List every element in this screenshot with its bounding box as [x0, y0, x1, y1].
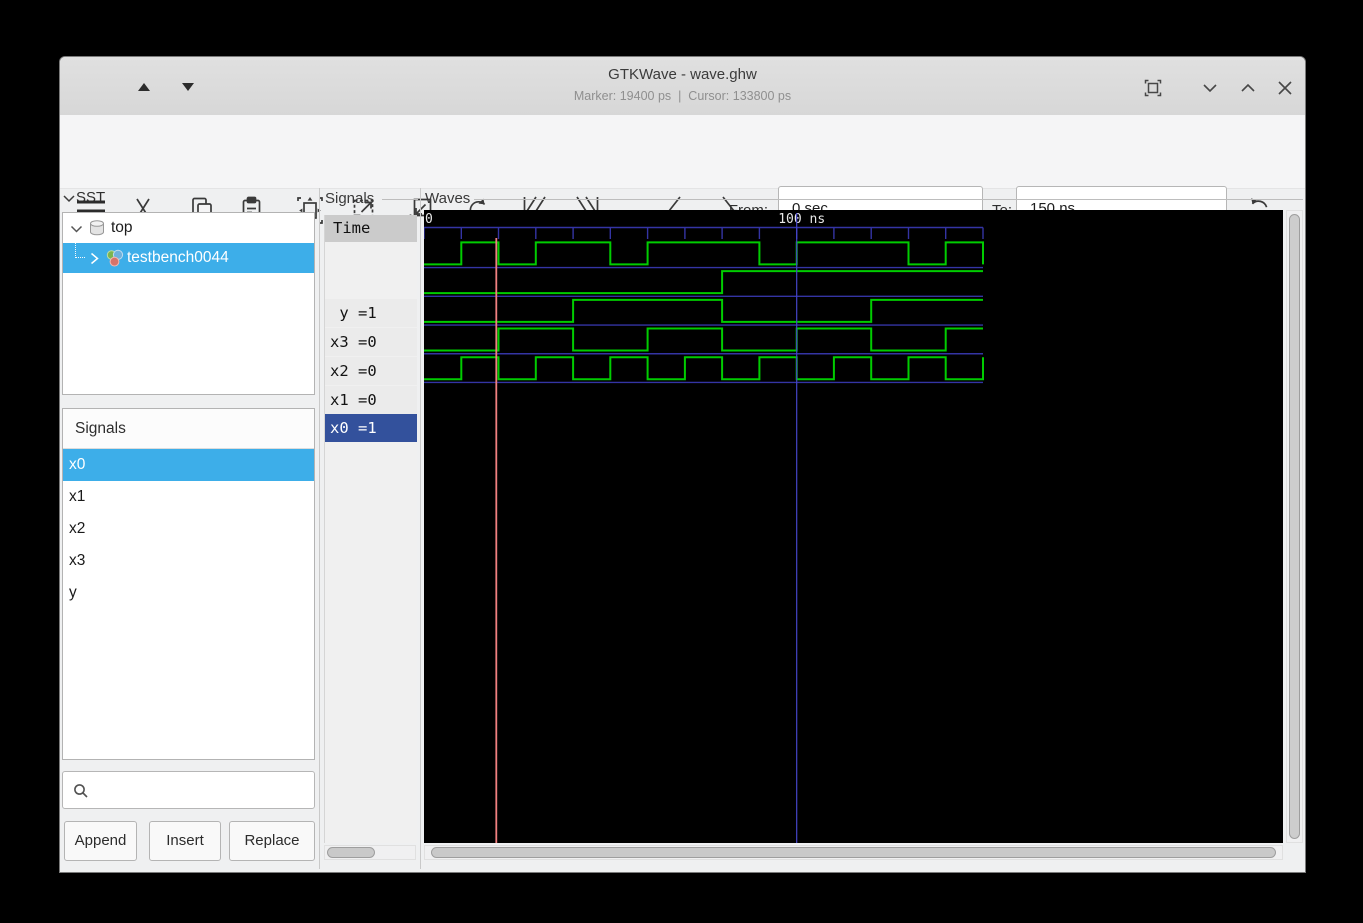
marker-cursor-status: Marker: 19400 ps | Cursor: 133800 ps	[573, 89, 792, 103]
signals-frame-line	[382, 199, 418, 200]
scroll-thumb[interactable]	[1289, 214, 1300, 839]
signal-list-header: Signals	[63, 409, 314, 449]
sst-expander[interactable]: SST	[62, 189, 105, 207]
cylinder-icon	[90, 220, 104, 236]
waves-frame-line	[474, 199, 1303, 200]
tree-guide	[75, 243, 85, 258]
search-list-item-x3[interactable]: x3	[63, 545, 314, 577]
signal-search-panel: Signals x0 x1 x2 x3 y	[62, 408, 315, 760]
screen: GTKWave - wave.ghw Marker: 19400 ps | Cu…	[0, 0, 1363, 923]
signal-row-y[interactable]: y =1	[325, 299, 417, 328]
minimize-icon[interactable]	[1200, 78, 1220, 98]
signal-search-list: x0 x1 x2 x3 y	[63, 449, 314, 609]
svg-text:0: 0	[425, 212, 433, 227]
search-icon	[74, 784, 88, 798]
waveform-plot: 0 100 ns	[423, 212, 984, 843]
wave-canvas[interactable]: 0 100 ns	[423, 210, 1283, 843]
search-list-item-x1[interactable]: x1	[63, 481, 314, 513]
signal-column-hscrollbar[interactable]	[324, 845, 416, 860]
waves-frame-label: Waves	[425, 190, 471, 207]
sst-header-label: SST	[76, 189, 106, 206]
signal-row-x0[interactable]: x0 =1	[325, 414, 417, 443]
gtkwave-window: GTKWave - wave.ghw Marker: 19400 ps | Cu…	[60, 57, 1305, 872]
insert-button[interactable]: Insert	[149, 821, 221, 861]
search-list-item-x0[interactable]: x0	[63, 449, 314, 481]
append-button[interactable]: Append	[64, 821, 137, 861]
tree-item-testbench[interactable]: testbench0044	[63, 243, 314, 273]
pane-divider[interactable]	[420, 188, 421, 869]
tree-item-label: testbench0044	[127, 249, 229, 266]
sst-tree: top testbench0044	[62, 212, 315, 395]
scroll-thumb[interactable]	[327, 847, 375, 858]
signal-name-column: Time y =1 x3 =0 x2 =0 x1 =0 x0 =1	[324, 215, 417, 843]
signal-row-x1[interactable]: x1 =0	[325, 385, 417, 414]
time-header[interactable]: Time	[325, 215, 417, 242]
search-list-item-y[interactable]: y	[63, 577, 314, 609]
signals-frame-label: Signals	[325, 190, 375, 207]
titlebar[interactable]: GTKWave - wave.ghw Marker: 19400 ps | Cu…	[60, 57, 1305, 116]
chevron-down-icon	[63, 195, 75, 203]
signal-row-x3[interactable]: x3 =0	[325, 328, 417, 357]
replace-button[interactable]: Replace	[229, 821, 315, 861]
frame-icon[interactable]	[1143, 78, 1163, 98]
pane-divider[interactable]	[319, 188, 320, 869]
maximize-icon[interactable]	[1238, 78, 1258, 98]
module-icon	[106, 249, 124, 267]
svg-text:100 ns: 100 ns	[778, 212, 825, 227]
wave-hscrollbar[interactable]	[424, 845, 1283, 860]
search-list-item-x2[interactable]: x2	[63, 513, 314, 545]
signal-row-x2[interactable]: x2 =0	[325, 356, 417, 385]
window-title: GTKWave - wave.ghw	[608, 66, 757, 83]
signal-search-field[interactable]	[62, 771, 315, 809]
wave-vscrollbar[interactable]	[1286, 210, 1303, 843]
close-icon[interactable]	[1275, 78, 1295, 98]
expander-right-icon[interactable]	[89, 252, 100, 265]
tree-item-top[interactable]: top	[63, 213, 314, 243]
tree-item-label: top	[111, 219, 133, 236]
toolbar: From: To:	[60, 115, 1305, 231]
expander-down-icon[interactable]	[70, 224, 83, 234]
scroll-thumb[interactable]	[431, 847, 1276, 858]
